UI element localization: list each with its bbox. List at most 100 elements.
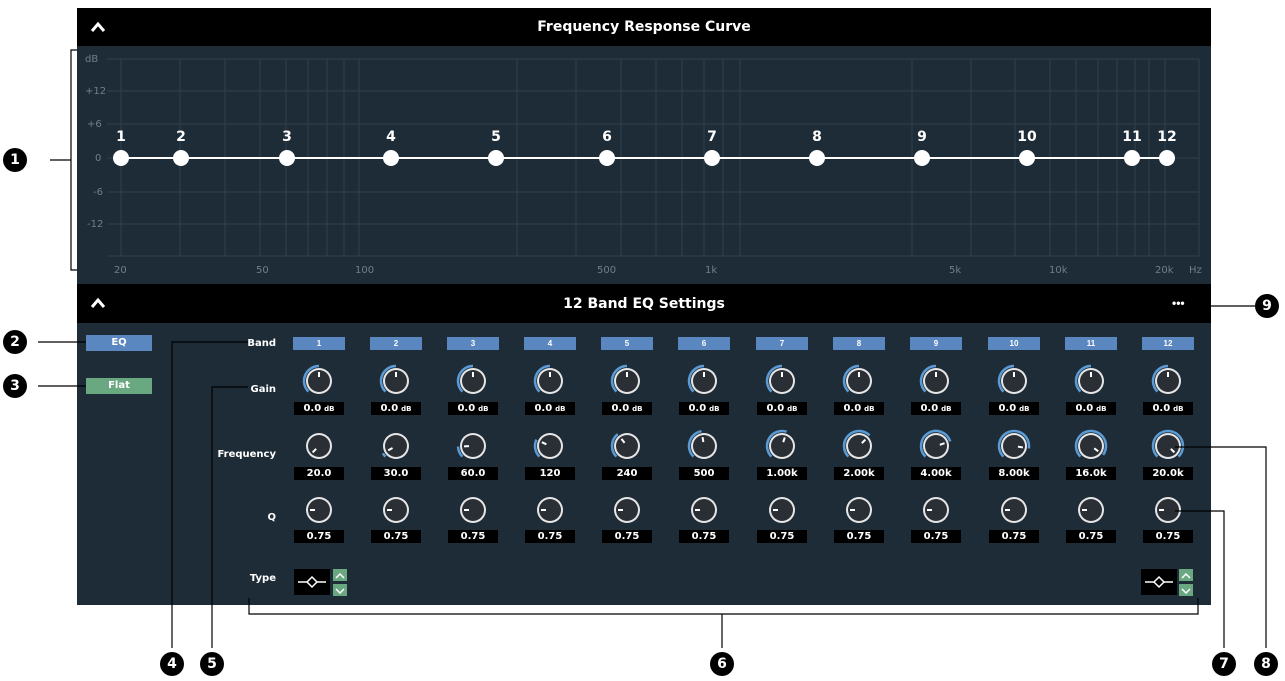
- band-button[interactable]: 6: [678, 337, 730, 350]
- gain-unit: dB: [632, 405, 643, 413]
- q-knob[interactable]: [686, 492, 722, 528]
- q-knob[interactable]: [1073, 492, 1109, 528]
- band-handle[interactable]: [809, 150, 825, 166]
- type-up-button-band-1[interactable]: [333, 569, 347, 581]
- chevron-down-icon: [1181, 588, 1191, 595]
- q-knob[interactable]: [764, 492, 800, 528]
- band-handle[interactable]: [383, 150, 399, 166]
- frequency-knob[interactable]: [1073, 428, 1109, 464]
- frequency-knob[interactable]: [378, 428, 414, 464]
- band-button[interactable]: 4: [524, 337, 576, 350]
- band-handle[interactable]: [599, 150, 615, 166]
- band-handle[interactable]: [1124, 150, 1140, 166]
- q-knob[interactable]: [301, 492, 337, 528]
- more-options-icon[interactable]: •••: [1172, 296, 1196, 310]
- band-handle[interactable]: [113, 150, 129, 166]
- type-down-button-band-1[interactable]: [333, 584, 347, 596]
- gain-knob[interactable]: [455, 363, 491, 399]
- gain-unit: dB: [1096, 405, 1107, 413]
- band-button[interactable]: 12: [1142, 337, 1194, 350]
- band-handle[interactable]: [1159, 150, 1175, 166]
- band-button[interactable]: 7: [756, 337, 808, 350]
- band-handle[interactable]: [173, 150, 189, 166]
- frequency-knob[interactable]: [764, 428, 800, 464]
- chevron-down-icon: [335, 588, 345, 595]
- callout-marker: 3: [3, 374, 27, 398]
- gain-knob[interactable]: [996, 363, 1032, 399]
- band-button[interactable]: 3: [447, 337, 499, 350]
- gain-knob[interactable]: [532, 363, 568, 399]
- eq-button[interactable]: EQ: [86, 335, 152, 351]
- gain-knob[interactable]: [686, 363, 722, 399]
- gain-row-label: Gain: [250, 384, 276, 395]
- filter-type-display-band-1[interactable]: [294, 569, 330, 595]
- frequency-knob[interactable]: [996, 428, 1032, 464]
- band-button[interactable]: 11: [1065, 337, 1117, 350]
- q-knob[interactable]: [378, 492, 414, 528]
- frequency-knob[interactable]: [1150, 428, 1186, 464]
- band-handle[interactable]: [704, 150, 720, 166]
- gain-knob[interactable]: [918, 363, 954, 399]
- frequency-knob[interactable]: [455, 428, 491, 464]
- frequency-response-graph[interactable]: dB +12 +6 0 -6 -12 20 50 100 500 1k 5k 1…: [77, 46, 1211, 284]
- band-handle[interactable]: [279, 150, 295, 166]
- gain-unit: dB: [555, 405, 566, 413]
- q-value: 0.75: [1143, 530, 1193, 543]
- q-knob[interactable]: [996, 492, 1032, 528]
- settings-panel-header: 12 Band EQ Settings •••: [77, 284, 1211, 323]
- band-button[interactable]: 10: [988, 337, 1040, 350]
- y-tick-label: +12: [85, 86, 106, 97]
- frequency-knob[interactable]: [841, 428, 877, 464]
- band-button[interactable]: 1: [293, 337, 345, 350]
- frequency-knob[interactable]: [532, 428, 568, 464]
- gain-knob[interactable]: [301, 363, 337, 399]
- gain-knob[interactable]: [378, 363, 414, 399]
- q-knob[interactable]: [532, 492, 568, 528]
- frequency-value: 20.0: [294, 467, 344, 480]
- gain-knob[interactable]: [1150, 363, 1186, 399]
- gain-knob[interactable]: [764, 363, 800, 399]
- band-handle[interactable]: [914, 150, 930, 166]
- q-value: 0.75: [757, 530, 807, 543]
- type-up-button-band-12[interactable]: [1179, 569, 1193, 581]
- gain-knob[interactable]: [841, 363, 877, 399]
- filter-type-display-band-12[interactable]: [1141, 569, 1177, 595]
- band-button[interactable]: 2: [370, 337, 422, 350]
- band-button[interactable]: 8: [833, 337, 885, 350]
- band-handle[interactable]: [1019, 150, 1035, 166]
- gain-value-number: 0.0: [688, 403, 707, 414]
- gain-value-number: 0.0: [998, 403, 1017, 414]
- band-button[interactable]: 9: [910, 337, 962, 350]
- band-handle[interactable]: [488, 150, 504, 166]
- chevron-up-icon: [335, 572, 345, 579]
- gain-value: 0.0 dB: [834, 402, 884, 415]
- q-value: 0.75: [525, 530, 575, 543]
- gain-value-number: 0.0: [843, 403, 862, 414]
- type-down-button-band-12[interactable]: [1179, 584, 1193, 596]
- q-knob[interactable]: [609, 492, 645, 528]
- q-knob[interactable]: [918, 492, 954, 528]
- q-value: 0.75: [911, 530, 961, 543]
- graph-point-label: 9: [917, 129, 927, 145]
- gain-unit: dB: [401, 405, 412, 413]
- q-knob[interactable]: [841, 492, 877, 528]
- q-row-label: Q: [267, 512, 276, 523]
- frequency-knob[interactable]: [686, 428, 722, 464]
- settings-panel-title: 12 Band EQ Settings: [563, 296, 725, 312]
- gain-unit: dB: [324, 405, 335, 413]
- x-tick-label: 50: [256, 265, 269, 276]
- frequency-knob[interactable]: [918, 428, 954, 464]
- gain-unit: dB: [787, 405, 798, 413]
- gain-knob[interactable]: [1073, 363, 1109, 399]
- q-value: 0.75: [834, 530, 884, 543]
- q-knob[interactable]: [455, 492, 491, 528]
- flat-button[interactable]: Flat: [86, 378, 152, 394]
- q-knob[interactable]: [1150, 492, 1186, 528]
- y-unit-label: dB: [85, 54, 98, 65]
- frequency-knob[interactable]: [301, 428, 337, 464]
- callout-marker: 8: [1254, 652, 1278, 676]
- band-button[interactable]: 5: [601, 337, 653, 350]
- gain-knob[interactable]: [609, 363, 645, 399]
- gain-value: 0.0 dB: [448, 402, 498, 415]
- frequency-knob[interactable]: [609, 428, 645, 464]
